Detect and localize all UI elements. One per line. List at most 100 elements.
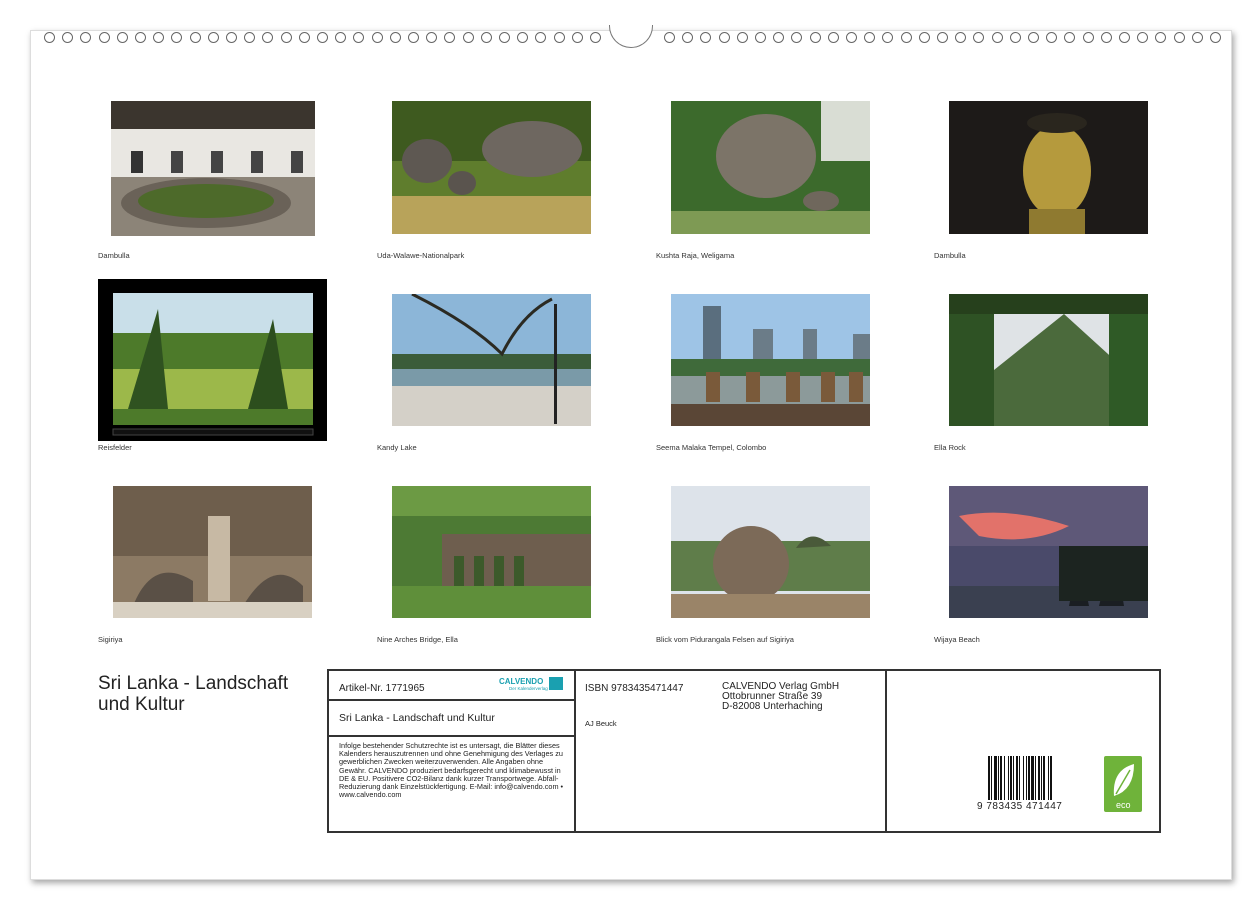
barcode [986,756,1081,802]
binding-hole [408,32,419,43]
binding-hole [682,32,693,43]
binding-hole [1101,32,1112,43]
binding-hole [1083,32,1094,43]
binding-hole [372,32,383,43]
author: AJ Beuck [585,719,617,728]
caption: Uda-Walawe-Nationalpark [377,251,465,260]
binding-hole [937,32,948,43]
binding-hole [481,32,492,43]
photo-dambulla-temple [111,101,315,236]
binding-hole [171,32,182,43]
photo-elephants [392,101,591,234]
photo-wijaya-beach [949,486,1148,618]
binding-hole [773,32,784,43]
binding-hole [1046,32,1057,43]
caption: Sigiriya [98,635,123,644]
binding-hole [426,32,437,43]
binding-hole [554,32,565,43]
binding-hole [80,32,91,43]
calvendo-logo-icon [549,677,563,690]
binding-hole [135,32,146,43]
binding-hole [955,32,966,43]
binding-hole [62,32,73,43]
binding-hole [463,32,474,43]
binding-hole [572,32,583,43]
binding-hole [226,32,237,43]
binding-hole [1028,32,1039,43]
barcode-digits: 9 783435 471447 [977,801,1063,812]
binding-hole [719,32,730,43]
divider [885,671,887,831]
photo-buddha-face [949,101,1148,234]
photo-sigiriya [113,486,312,618]
caption: Reisfelder [98,443,132,452]
binding-hole [390,32,401,43]
caption: Dambulla [98,251,130,260]
binding-hole [664,32,675,43]
caption: Blick vom Pidurangala Felsen auf Sigiriy… [656,635,794,644]
binding-hole [590,32,601,43]
binding-hole [1192,32,1203,43]
isbn: ISBN 9783435471447 [585,683,684,694]
binding-hole [919,32,930,43]
binding-hole [1210,32,1221,43]
binding-hole [755,32,766,43]
publisher-city: D-82008 Unterhaching [722,701,823,712]
binding-hole [882,32,893,43]
caption: Nine Arches Bridge, Ella [377,635,458,644]
binding-hole [828,32,839,43]
binding-hole [299,32,310,43]
caption: Kushta Raja, Weligama [656,251,735,260]
divider [574,671,576,831]
caption: Seema Malaka Tempel, Colombo [656,443,767,452]
binding-hole [281,32,292,43]
info-box: Artikel-Nr. 1771965 CALVENDO Der Kalende… [327,669,1161,833]
divider [329,735,574,737]
binding-hole [846,32,857,43]
binding-hole [1174,32,1185,43]
caption: Ella Rock [934,443,966,452]
binding-hole [1155,32,1166,43]
eco-label: eco [1116,800,1131,810]
photo-kushta-raja [671,101,870,234]
binding-hole [973,32,984,43]
binding-hole [317,32,328,43]
binding-hole [901,32,912,43]
photo-reisfelder [98,279,327,441]
photo-nine-arches [392,486,591,618]
photo-seema-malaka [671,294,870,426]
photo-ella-rock [949,294,1148,426]
binding-hole [700,32,711,43]
calendar-title: Sri Lanka - Landschaft und Kultur [98,673,289,715]
caption: Wijaya Beach [934,635,980,644]
binding-hole [1119,32,1130,43]
binding-hole [153,32,164,43]
binding-hole [44,32,55,43]
binding-hole [499,32,510,43]
binding-hole [444,32,455,43]
divider [329,699,574,701]
binding-hole [1010,32,1021,43]
legal-text: Infolge bestehender Schutzrechte ist es … [339,741,564,800]
binding-hole [353,32,364,43]
binding-hole [791,32,802,43]
article-number: Artikel-Nr. 1771965 [339,683,425,694]
eco-leaf-icon: eco [1104,756,1142,812]
binding-hole [864,32,875,43]
binding-hole [1064,32,1075,43]
binding-hole [117,32,128,43]
binding-hole [737,32,748,43]
photo-pidurangala [671,486,870,618]
binding-hole [190,32,201,43]
caption: Kandy Lake [377,443,417,452]
calendar-subtitle: Sri Lanka - Landschaft und Kultur [339,712,495,724]
binding-hole [535,32,546,43]
binding-hole [1137,32,1148,43]
caption: Dambulla [934,251,966,260]
binding-hole [992,32,1003,43]
binding-hole [99,32,110,43]
binding-hole [262,32,273,43]
photo-kandy-lake [392,294,591,426]
binding-hole [208,32,219,43]
binding-hole [810,32,821,43]
